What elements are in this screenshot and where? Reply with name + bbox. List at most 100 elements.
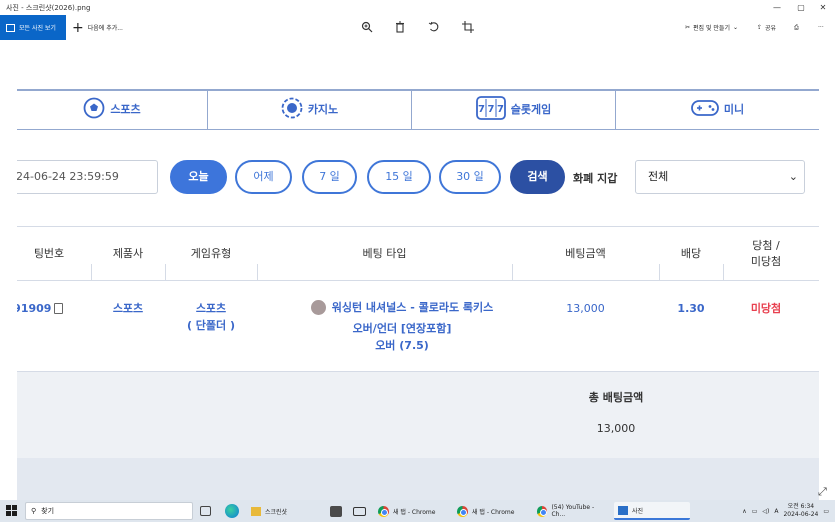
notification-icon[interactable]: ▭ bbox=[823, 508, 829, 515]
more-options-icon[interactable]: ··· bbox=[818, 15, 824, 40]
bet-amount-cell: 13,000 bbox=[566, 302, 605, 315]
window-title: 사진 - 스크린샷(2026).png bbox=[6, 4, 91, 12]
window-titlebar: 사진 - 스크린샷(2026).png — ▢ ✕ bbox=[0, 0, 835, 15]
clock-time: 오전 6:34 bbox=[787, 503, 815, 510]
game-type-sub: ( 단폴더 ) bbox=[186, 319, 236, 332]
date-input[interactable]: 24-06-24 23:59:59 bbox=[17, 160, 158, 194]
tab-slots-label: 슬롯게임 bbox=[510, 103, 552, 116]
divider bbox=[165, 264, 166, 281]
taskbar-app-chrome-1[interactable]: 새 탭 - Chrome bbox=[374, 502, 450, 520]
bet-number[interactable]: .91909 bbox=[17, 300, 51, 317]
print-icon[interactable]: ⎙ bbox=[794, 15, 799, 40]
total-bet-label: 총 배팅금액 bbox=[588, 391, 644, 404]
taskbar-search-placeholder: 찾기 bbox=[41, 507, 55, 515]
share-button[interactable]: ⇪ 공유 bbox=[757, 15, 776, 40]
windows-start-icon[interactable] bbox=[6, 505, 18, 517]
provider-cell[interactable]: 스포츠 bbox=[91, 280, 165, 337]
input-language[interactable]: A bbox=[774, 508, 778, 515]
header-bet-amount: 베팅금액 bbox=[565, 247, 606, 260]
zoom-in-icon[interactable] bbox=[361, 21, 373, 33]
tab-sports[interactable]: 스포츠 bbox=[17, 89, 208, 129]
divider bbox=[91, 264, 92, 281]
taskbar-app-label: 사진 bbox=[632, 507, 644, 515]
soccer-ball-icon bbox=[83, 97, 105, 122]
share-icon: ⇪ bbox=[757, 24, 763, 31]
yesterday-button[interactable]: 어제 bbox=[235, 160, 292, 194]
divider bbox=[257, 264, 258, 281]
header-game-type: 게임유형 bbox=[190, 247, 232, 260]
edit-create-label: 편집 및 만들기 bbox=[693, 25, 730, 32]
30-days-button[interactable]: 30 일 bbox=[439, 160, 501, 194]
network-icon[interactable]: ▭ bbox=[752, 508, 758, 515]
copy-icon[interactable] bbox=[54, 303, 64, 314]
taskbar-app-screenshots[interactable]: 스크린샷 bbox=[247, 502, 291, 520]
clock[interactable]: 오전 6:34 2024-06-24 bbox=[783, 503, 818, 519]
search-button[interactable]: 검색 bbox=[510, 160, 565, 194]
gamepad-icon bbox=[690, 98, 719, 121]
header-result-line2: 미당첨 bbox=[750, 255, 782, 268]
header-result-line1: 당첨 / bbox=[752, 239, 780, 252]
task-view-icon[interactable] bbox=[200, 506, 211, 516]
windows-taskbar: ⚲ 찾기 스크린샷 새 탭 - Chrome 새 탭 - Chrome (54)… bbox=[0, 500, 835, 522]
taskbar-app-youtube[interactable]: (54) YouTube - Ch... bbox=[533, 502, 611, 520]
match-name: 워싱턴 내셔널스 - 콜로라도 록키스 bbox=[331, 301, 494, 314]
header-bet-type: 베팅 타입 bbox=[362, 247, 407, 260]
screenshot-view: 스포츠 카지노 777 슬롯게임 미니 24-06-24 23:59:59 오늘… bbox=[17, 40, 819, 500]
game-category-tabs: 스포츠 카지노 777 슬롯게임 미니 bbox=[17, 89, 819, 130]
edge-icon[interactable] bbox=[225, 504, 239, 518]
chevron-up-icon[interactable]: ∧ bbox=[742, 508, 746, 515]
add-to-button[interactable]: + 다음에 추가... bbox=[72, 15, 123, 40]
divider bbox=[512, 264, 513, 281]
taskbar-app-label: (54) YouTube - Ch... bbox=[551, 504, 595, 518]
taskbar-app-photos[interactable]: 사진 bbox=[614, 502, 690, 520]
rotate-icon[interactable] bbox=[428, 21, 440, 33]
today-button[interactable]: 오늘 bbox=[170, 160, 227, 194]
header-result: 당첨 / 미당첨 bbox=[723, 227, 809, 281]
market-name: 오버/언더 [연장포함] bbox=[352, 322, 452, 335]
svg-text:7: 7 bbox=[487, 104, 494, 115]
slot-machine-icon: 777 bbox=[475, 95, 506, 123]
chevron-down-icon: ⌄ bbox=[788, 170, 798, 183]
game-type-cell[interactable]: 스포츠 ( 단폴더 ) bbox=[165, 299, 257, 335]
mail-icon[interactable] bbox=[353, 507, 366, 516]
maximize-button[interactable]: ▢ bbox=[789, 0, 813, 15]
taskbar-app-label: 스크린샷 bbox=[265, 508, 288, 516]
photos-toolbar: 모든 사진 보기 + 다음에 추가... ✂ 편집 및 만들기 ⌄ ⇪ 공유 ⎙… bbox=[0, 15, 835, 40]
tab-slots[interactable]: 777 슬롯게임 bbox=[412, 89, 616, 129]
all-photos-button[interactable]: 모든 사진 보기 bbox=[0, 15, 66, 40]
folder-icon bbox=[251, 506, 261, 516]
date-filter-bar: 24-06-24 23:59:59 오늘 어제 7 일 15 일 30 일 검색… bbox=[17, 160, 819, 194]
7-days-button[interactable]: 7 일 bbox=[302, 160, 357, 194]
delete-icon[interactable] bbox=[394, 21, 406, 33]
volume-icon[interactable]: ◁) bbox=[762, 508, 769, 515]
pick-name: 오버 (7.5) bbox=[375, 339, 429, 352]
divider bbox=[659, 264, 660, 281]
plus-icon: + bbox=[72, 19, 84, 36]
system-tray: ∧ ▭ ◁) A 오전 6:34 2024-06-24 ▭ bbox=[742, 502, 829, 520]
total-summary: 총 배팅금액 13,000 bbox=[17, 372, 819, 458]
bet-number-cell[interactable]: .91909 bbox=[17, 280, 69, 337]
chrome-icon bbox=[457, 505, 468, 517]
divider bbox=[723, 264, 724, 281]
currency-label: 화폐 지갑 bbox=[573, 172, 618, 185]
taskbar-app-chrome-2[interactable]: 새 탭 - Chrome bbox=[453, 502, 529, 520]
footer-band bbox=[17, 458, 819, 500]
expand-icon[interactable]: ⤢ bbox=[818, 485, 827, 499]
svg-text:7: 7 bbox=[497, 104, 504, 115]
casino-chip-icon bbox=[281, 97, 303, 122]
tab-mini[interactable]: 미니 bbox=[616, 89, 819, 129]
currency-select[interactable]: 전체 ⌄ bbox=[635, 160, 805, 194]
close-button[interactable]: ✕ bbox=[811, 0, 835, 15]
taskbar-search-input[interactable]: ⚲ 찾기 bbox=[25, 502, 193, 520]
crop-icon[interactable] bbox=[462, 21, 474, 33]
photos-icon bbox=[618, 505, 628, 515]
store-icon[interactable] bbox=[330, 506, 342, 517]
clock-date: 2024-06-24 bbox=[783, 511, 819, 518]
tab-sports-label: 스포츠 bbox=[110, 103, 141, 116]
add-to-label: 다음에 추가... bbox=[87, 25, 123, 32]
minimize-button[interactable]: — bbox=[765, 0, 789, 15]
edit-create-button[interactable]: ✂ 편집 및 만들기 ⌄ bbox=[685, 15, 738, 40]
15-days-button[interactable]: 15 일 bbox=[367, 160, 431, 194]
result-cell: 미당첨 bbox=[750, 302, 782, 315]
tab-casino[interactable]: 카지노 bbox=[208, 89, 412, 129]
